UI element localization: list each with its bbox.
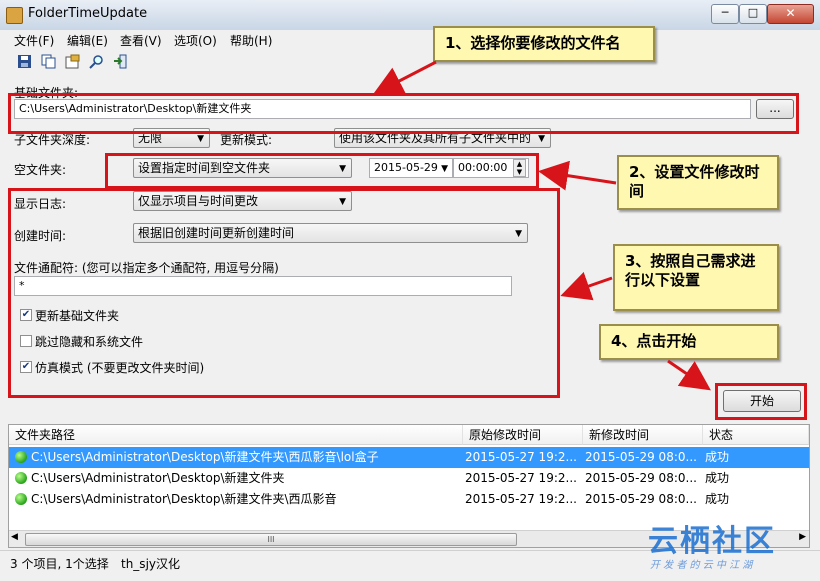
success-icon — [15, 493, 27, 505]
column-header-original-time[interactable]: 原始修改时间 — [463, 425, 583, 445]
row-new-time: 2015-05-29 08:0... — [585, 471, 697, 485]
status-credit: th_sjy汉化 — [121, 557, 180, 571]
success-icon — [15, 472, 27, 484]
row-new-time: 2015-05-29 08:0... — [585, 450, 697, 464]
row-status: 成功 — [705, 492, 730, 506]
table-row[interactable]: C:\Users\Administrator\Desktop\新建文件夹\西瓜影… — [9, 489, 809, 510]
watermark: 云栖社区 开 发 者 的 云 中 江 湖 — [640, 516, 812, 574]
arrow-step-1 — [372, 60, 437, 95]
watermark-title: 云栖社区 — [648, 524, 776, 559]
row-original-time: 2015-05-27 19:2... — [465, 471, 577, 485]
table-row[interactable]: C:\Users\Administrator\Desktop\新建文件夹 201… — [9, 468, 809, 489]
column-header-path[interactable]: 文件夹路径 — [9, 425, 463, 445]
status-items: 3 个项目, 1个选择 — [10, 557, 109, 571]
row-path: C:\Users\Administrator\Desktop\新建文件夹 — [31, 471, 285, 485]
arrow-step-3 — [560, 271, 613, 301]
row-original-time: 2015-05-27 19:2... — [465, 492, 577, 506]
row-status: 成功 — [705, 471, 730, 485]
row-path: C:\Users\Administrator\Desktop\新建文件夹\西瓜影… — [31, 450, 379, 464]
table-row[interactable]: C:\Users\Administrator\Desktop\新建文件夹\西瓜影… — [9, 447, 809, 468]
column-header-new-time[interactable]: 新修改时间 — [583, 425, 703, 445]
scroll-left-icon[interactable]: ◀ — [11, 532, 18, 542]
scroll-thumb[interactable]: III — [25, 533, 517, 546]
row-status: 成功 — [705, 450, 730, 464]
column-header-status[interactable]: 状态 — [703, 425, 809, 445]
row-new-time: 2015-05-29 08:0... — [585, 492, 697, 506]
arrow-step-4 — [667, 359, 711, 391]
row-original-time: 2015-05-27 19:2... — [465, 450, 577, 464]
watermark-subtitle: 开 发 者 的 云 中 江 湖 — [650, 560, 753, 571]
row-path: C:\Users\Administrator\Desktop\新建文件夹\西瓜影… — [31, 492, 337, 506]
success-icon — [15, 451, 27, 463]
arrow-step-2 — [538, 160, 617, 191]
